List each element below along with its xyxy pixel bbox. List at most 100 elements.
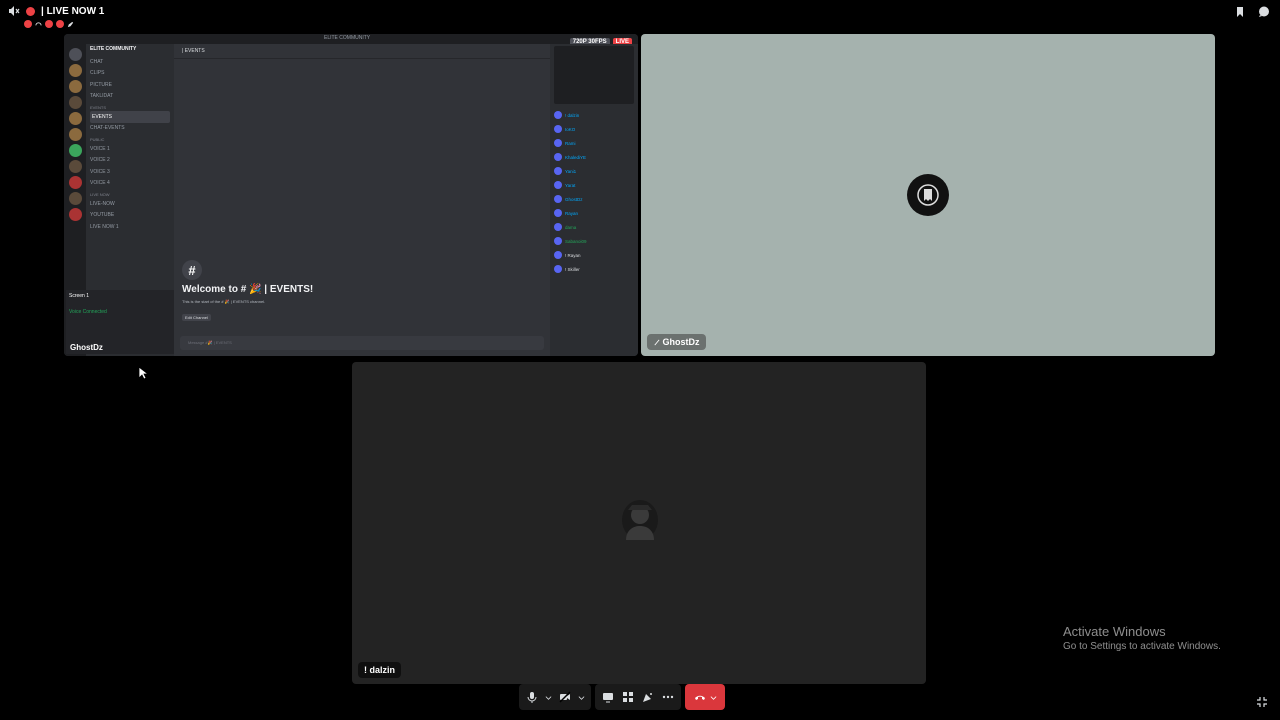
edit-channel-button: Edit Channel [182,314,211,321]
mic-muted-icon [654,339,660,346]
member-list: ! dalzin IoKO Rami KhalediYE Yani1 Yarat… [550,44,638,356]
channel-item: LIVE NOW 1 [90,223,119,230]
live-indicator-icon [26,6,35,16]
channel-header: | EVENTS [174,44,550,59]
avatar [554,223,562,231]
voice-channel-item: VOICE 3 [90,168,110,175]
participant-dot [56,20,64,28]
server-icon [68,208,82,221]
member-name: Rayan [565,210,579,216]
activity-grid-icon [623,692,633,702]
member-item: ! Skiller [554,262,634,276]
discord-home-icon [68,48,82,61]
call-header: | LIVE NOW 1 [8,5,104,17]
member-item: KhalediYE [554,150,634,164]
message-input: Message #🎉 | EVENTS [180,336,544,350]
member-name: Rami [565,140,576,146]
member-item: dama [554,220,634,234]
channel-item: YOUTUBE [90,212,115,219]
chat-icon[interactable] [1258,6,1270,18]
member-name: IoKO [565,126,576,132]
person-avatar-icon [626,505,654,540]
member-name: Sabanoi09 [565,238,587,244]
chevron-down-icon[interactable] [545,694,552,701]
headset-icon [35,21,42,25]
participant-tile-ghostdz[interactable]: GhostDz [641,34,1215,356]
participant-indicators [24,20,74,28]
member-item: Rayan [554,206,634,220]
avatar [554,237,562,245]
hang-up-icon [694,695,705,700]
stream-preview-thumbnail [554,46,634,104]
server-icon [68,144,82,157]
watermark-subtitle: Go to Settings to activate Windows. [1063,641,1221,652]
current-user-name: GhostDz [70,343,103,352]
exit-fullscreen-icon[interactable] [1256,696,1268,708]
server-icon [68,80,82,93]
screen-share-tile[interactable]: ELITE COMMUNITY 720P 30FPS LIVE ELITE CO… [64,34,638,356]
share-controls [595,684,681,710]
avatar [554,251,562,259]
avatar [554,195,562,203]
top-bar: | LIVE NOW 1 [0,0,1280,34]
member-name: Yani1 [565,168,577,174]
watermark-title: Activate Windows [1063,624,1166,639]
avatar [554,181,562,189]
member-name: GhostDz [565,196,583,202]
more-options-button[interactable] [661,690,675,704]
avatar [554,139,562,147]
hashtag-icon: # [182,260,202,280]
activate-windows-watermark: Activate Windows Go to Settings to activ… [1063,624,1221,652]
member-name: ! Skiller [565,266,580,272]
participant-name: ! dalzin [358,662,401,678]
channel-item: PICTURE [90,81,112,88]
channel-item: CHAT [90,58,104,65]
user-panel: Screen 1 Voice Connected GhostDz [66,290,174,354]
shared-window-titlebar: ELITE COMMUNITY [64,34,638,44]
server-name: ELITE COMMUNITY [90,46,137,52]
member-item: GhostDz [554,192,634,206]
top-right-actions [1234,6,1270,18]
participant-tile-dalzin[interactable]: ! dalzin [352,362,926,684]
chevron-down-icon[interactable] [578,694,585,701]
chevron-down-icon[interactable] [710,694,717,701]
server-icon [68,128,82,141]
channel-item: TAKLIDAT [90,93,114,100]
member-name: dama [565,224,577,230]
bookmark-icon[interactable] [1234,6,1246,18]
media-controls [519,684,591,710]
member-item: ! dalzin [554,108,634,122]
member-item: Rami [554,136,634,150]
voice-channel-item: VOICE 4 [90,180,110,187]
screen-share-icon [603,693,613,703]
member-name: ! dalzin [565,112,580,118]
shared-window-title: ELITE COMMUNITY [324,35,371,41]
call-title: | LIVE NOW 1 [41,5,105,17]
channel-item: LIVE-NOW [90,200,115,207]
avatar [554,209,562,217]
share-screen-button[interactable] [601,690,615,704]
pencil-icon [67,21,74,27]
camera-button[interactable] [558,690,572,704]
avatar [907,174,949,216]
mouse-cursor-icon [138,366,148,380]
member-item: Yarat [554,178,634,192]
avatar [554,167,562,175]
server-icon [68,96,82,109]
speaker-muted-icon[interactable] [8,5,20,17]
server-icon [68,192,82,205]
member-name: ! Rayan [565,252,581,258]
activities-button[interactable] [621,690,635,704]
avatar [554,153,562,161]
avatar [554,111,562,119]
disconnect-button[interactable] [685,684,725,710]
voice-channel-item: VOICE 1 [90,145,110,152]
soundboard-button[interactable] [641,690,655,704]
screen-label: Screen 1 [69,293,90,299]
member-item: Sabanoi09 [554,234,634,248]
channel-category: LIVE NOW [90,192,110,197]
voice-channel-item: VOICE 2 [90,157,110,164]
microphone-button[interactable] [525,690,539,704]
participant-dot [24,20,32,28]
camera-off-icon [559,691,571,703]
